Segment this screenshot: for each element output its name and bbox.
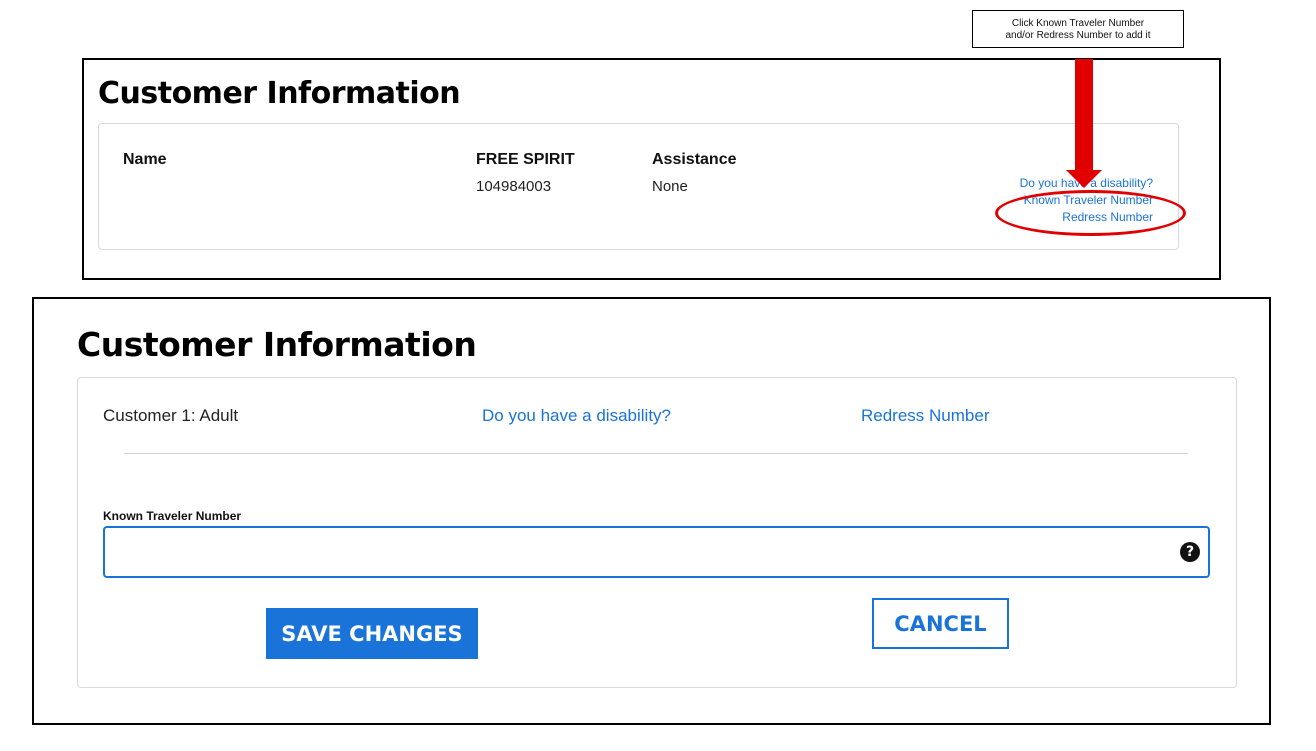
known-traveler-number-label: Known Traveler Number (103, 509, 242, 523)
known-traveler-number-input[interactable] (103, 526, 1210, 578)
callout-line-2: and/or Redress Number to add it (1005, 30, 1151, 41)
help-icon[interactable]: ? (1180, 542, 1200, 562)
page-title-expanded: Customer Information (77, 325, 477, 364)
disability-link-expanded[interactable]: Do you have a disability? (482, 406, 671, 426)
assistance-label: Assistance (652, 151, 737, 168)
annotation-arrow-shaft (1075, 59, 1093, 171)
member-number: 104984003 (476, 178, 552, 195)
cancel-button[interactable]: CANCEL (872, 598, 1009, 649)
annotation-highlight-ellipse (995, 190, 1186, 236)
member-name: FREE SPIRIT (476, 151, 575, 168)
assistance-value: None (652, 178, 688, 195)
save-changes-button[interactable]: SAVE CHANGES (266, 608, 478, 659)
customer-label: Customer 1: Adult (103, 406, 239, 425)
name-label: Name (123, 151, 167, 168)
customer-card (98, 123, 1179, 250)
annotation-callout: Click Known Traveler Number and/or Redre… (972, 10, 1184, 48)
divider (124, 453, 1188, 454)
callout-line-1: Click Known Traveler Number (1011, 18, 1145, 29)
page-title: Customer Information (98, 76, 461, 111)
redress-number-link-expanded[interactable]: Redress Number (861, 406, 990, 426)
annotation-arrow-head (1066, 170, 1102, 188)
